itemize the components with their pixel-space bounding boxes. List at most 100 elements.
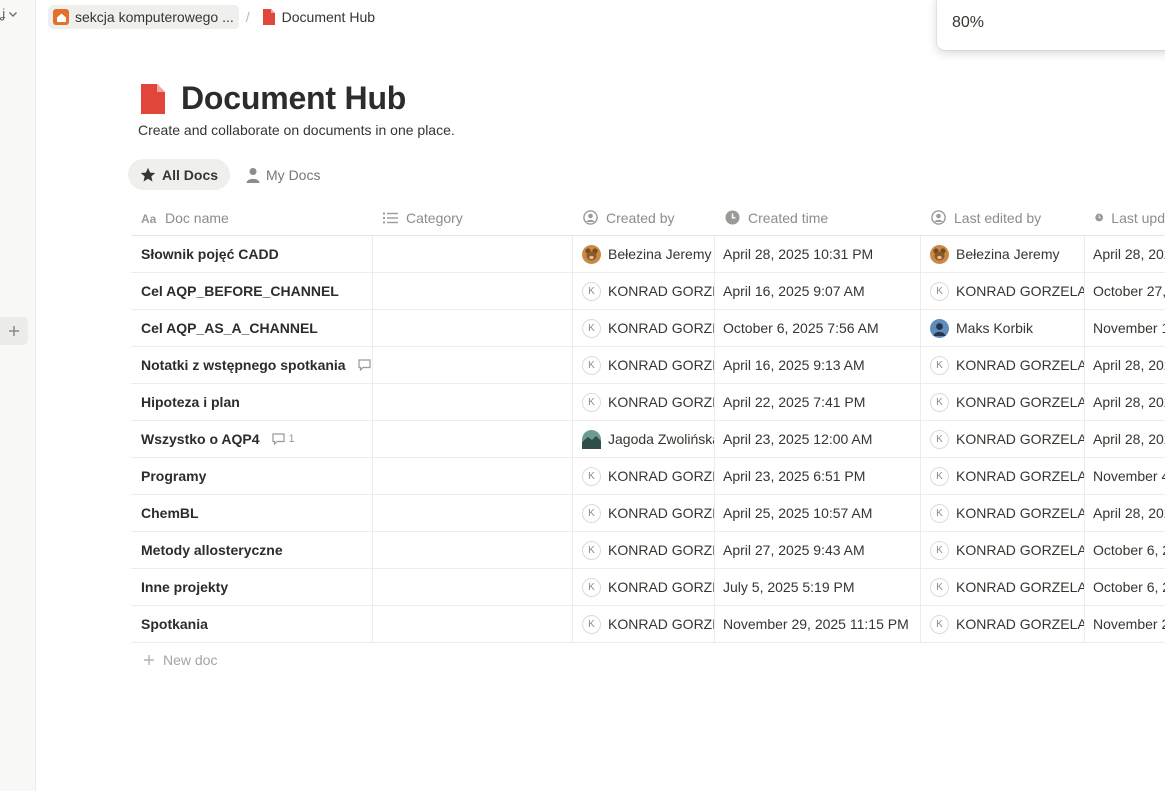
cell-doc-name[interactable]: Spotkania <box>131 606 373 642</box>
cell-category[interactable] <box>373 384 573 420</box>
cell-created-by[interactable]: K KONRAD GORZEL <box>573 273 715 309</box>
cell-last-edited-by[interactable]: K KONRAD GORZELAN <box>921 421 1085 457</box>
cell-last-updated[interactable]: April 28, 202 <box>1085 495 1165 531</box>
cell-last-edited-by[interactable]: K KONRAD GORZELAN <box>921 347 1085 383</box>
column-header-doc-name[interactable]: Aa Doc name <box>131 200 373 235</box>
cell-doc-name[interactable]: Inne projekty <box>131 569 373 605</box>
doc-name[interactable]: Cel AQP_BEFORE_CHANNEL <box>141 283 339 299</box>
cell-last-edited-by[interactable]: K KONRAD GORZELAN <box>921 384 1085 420</box>
cell-created-time[interactable]: November 29, 2025 11:15 PM <box>715 606 921 642</box>
cell-created-time[interactable]: April 25, 2025 10:57 AM <box>715 495 921 531</box>
cell-created-by[interactable]: K KONRAD GORZEL <box>573 569 715 605</box>
cell-last-edited-by[interactable]: K KONRAD GORZELAN <box>921 273 1085 309</box>
cell-last-updated[interactable]: October 27, <box>1085 273 1165 309</box>
column-header-last-edited-by[interactable]: Last edited by <box>921 200 1085 235</box>
cell-category[interactable] <box>373 310 573 346</box>
cell-last-updated[interactable]: April 28, 202 <box>1085 347 1165 383</box>
cell-created-by[interactable]: Bełezina Jeremy <box>573 236 715 272</box>
doc-name[interactable]: Hipoteza i plan <box>141 394 240 410</box>
cell-created-by[interactable]: K KONRAD GORZEL <box>573 606 715 642</box>
breadcrumb-page[interactable]: Document Hub <box>257 5 380 29</box>
cell-last-edited-by[interactable]: Maks Korbik <box>921 310 1085 346</box>
doc-name[interactable]: Spotkania <box>141 616 208 632</box>
table-row[interactable]: Hipoteza i plan K KONRAD GORZELApril 22, 2… <box>131 384 1165 421</box>
comment-count[interactable]: 1 <box>271 433 295 445</box>
cell-created-by[interactable]: K KONRAD GORZEL <box>573 532 715 568</box>
cell-created-time[interactable]: October 6, 2025 7:56 AM <box>715 310 921 346</box>
table-row[interactable]: Inne projekty K KONRAD GORZELJuly 5, 2025 … <box>131 569 1165 606</box>
cell-created-by[interactable]: K KONRAD GORZEL <box>573 310 715 346</box>
doc-name[interactable]: Słownik pojęć CADD <box>141 246 279 262</box>
cell-doc-name[interactable]: Hipoteza i plan <box>131 384 373 420</box>
doc-name[interactable]: Programy <box>141 468 206 484</box>
breadcrumb-workspace[interactable]: sekcja komputerowego ... <box>48 5 239 29</box>
cell-created-time[interactable]: April 23, 2025 6:51 PM <box>715 458 921 494</box>
cell-category[interactable] <box>373 347 573 383</box>
cell-last-updated[interactable]: April 28, 202 <box>1085 384 1165 420</box>
doc-name[interactable]: Notatki z wstępnego spotkania <box>141 357 346 373</box>
cell-category[interactable] <box>373 569 573 605</box>
cell-category[interactable] <box>373 458 573 494</box>
cell-last-updated[interactable]: April 28, 202 <box>1085 236 1165 272</box>
comment-count[interactable]: 2 <box>357 359 372 371</box>
cell-last-updated[interactable]: October 6, 2 <box>1085 569 1165 605</box>
new-doc-button[interactable]: New doc <box>143 652 217 668</box>
cell-created-time[interactable]: April 28, 2025 10:31 PM <box>715 236 921 272</box>
cell-last-updated[interactable]: October 6, 2 <box>1085 532 1165 568</box>
cell-category[interactable] <box>373 273 573 309</box>
doc-name[interactable]: ChemBL <box>141 505 199 521</box>
cell-created-time[interactable]: April 16, 2025 9:13 AM <box>715 347 921 383</box>
cell-last-edited-by[interactable]: K KONRAD GORZELAN <box>921 532 1085 568</box>
page-title[interactable]: Document Hub <box>181 80 406 117</box>
cell-doc-name[interactable]: Metody allosteryczne <box>131 532 373 568</box>
cell-doc-name[interactable]: Notatki z wstępnego spotkania 2 <box>131 347 373 383</box>
table-row[interactable]: Notatki z wstępnego spotkania 2 K KONRAD GO… <box>131 347 1165 384</box>
cell-doc-name[interactable]: Słownik pojęć CADD <box>131 236 373 272</box>
cell-last-updated[interactable]: November 2 <box>1085 606 1165 642</box>
column-header-category[interactable]: Category <box>373 200 573 235</box>
table-row[interactable]: Cel AQP_BEFORE_CHANNEL K KONRAD GORZELApri… <box>131 273 1165 310</box>
cell-created-by[interactable]: K KONRAD GORZEL <box>573 384 715 420</box>
cell-last-updated[interactable]: November 1 <box>1085 310 1165 346</box>
cell-last-edited-by[interactable]: Bełezina Jeremy <box>921 236 1085 272</box>
cell-created-time[interactable]: April 16, 2025 9:07 AM <box>715 273 921 309</box>
cell-created-by[interactable]: K KONRAD GORZEL <box>573 495 715 531</box>
cell-created-time[interactable]: April 23, 2025 12:00 AM <box>715 421 921 457</box>
cell-doc-name[interactable]: Cel AQP_AS_A_CHANNEL <box>131 310 373 346</box>
table-row[interactable]: Metody allosteryczne K KONRAD GORZELApril … <box>131 532 1165 569</box>
table-row[interactable]: Programy K KONRAD GORZELApril 23, 2025 6:5… <box>131 458 1165 495</box>
cell-category[interactable] <box>373 236 573 272</box>
cell-created-by[interactable]: Jagoda Zwolińska <box>573 421 715 457</box>
cell-created-time[interactable]: April 22, 2025 7:41 PM <box>715 384 921 420</box>
cell-last-edited-by[interactable]: K KONRAD GORZELAN <box>921 495 1085 531</box>
cell-doc-name[interactable]: Wszystko o AQP4 1 <box>131 421 373 457</box>
cell-created-by[interactable]: K KONRAD GORZEL <box>573 347 715 383</box>
cell-created-time[interactable]: April 27, 2025 9:43 AM <box>715 532 921 568</box>
add-page-button[interactable] <box>0 317 28 345</box>
cell-created-by[interactable]: K KONRAD GORZEL <box>573 458 715 494</box>
cell-category[interactable] <box>373 532 573 568</box>
cell-last-updated[interactable]: November 4 <box>1085 458 1165 494</box>
table-row[interactable]: Wszystko o AQP4 1 Jagoda Zwolińska April 23… <box>131 421 1165 458</box>
table-row[interactable]: ChemBL K KONRAD GORZELApril 25, 2025 10:57… <box>131 495 1165 532</box>
column-header-created-time[interactable]: Created time <box>715 200 921 235</box>
doc-name[interactable]: Wszystko o AQP4 <box>141 431 260 447</box>
cell-last-edited-by[interactable]: K KONRAD GORZELAN <box>921 606 1085 642</box>
table-row[interactable]: Spotkania K KONRAD GORZELNovember 29, 2025… <box>131 606 1165 643</box>
cell-doc-name[interactable]: Cel AQP_BEFORE_CHANNEL <box>131 273 373 309</box>
cell-last-edited-by[interactable]: K KONRAD GORZELAN <box>921 569 1085 605</box>
doc-name[interactable]: Cel AQP_AS_A_CHANNEL <box>141 320 318 336</box>
cell-category[interactable] <box>373 606 573 642</box>
workspace-switcher[interactable]: ʝ <box>0 6 18 21</box>
document-icon[interactable] <box>139 83 167 114</box>
cell-doc-name[interactable]: Programy <box>131 458 373 494</box>
cell-created-time[interactable]: July 5, 2025 5:19 PM <box>715 569 921 605</box>
column-header-last-updated[interactable]: Last upd <box>1085 200 1165 235</box>
table-row[interactable]: Cel AQP_AS_A_CHANNEL K KONRAD GORZELOctobe… <box>131 310 1165 347</box>
cell-last-edited-by[interactable]: K KONRAD GORZELAN <box>921 458 1085 494</box>
tab-my-docs[interactable]: My Docs <box>234 159 332 190</box>
cell-doc-name[interactable]: ChemBL <box>131 495 373 531</box>
cell-category[interactable] <box>373 421 573 457</box>
doc-name[interactable]: Inne projekty <box>141 579 228 595</box>
doc-name[interactable]: Metody allosteryczne <box>141 542 283 558</box>
